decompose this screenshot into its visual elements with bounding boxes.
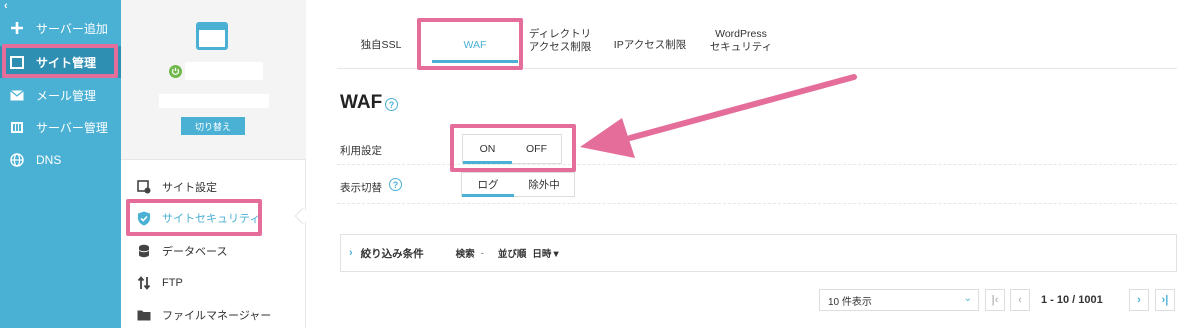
tab-wordpress-security[interactable]: WordPress セキュリティ	[701, 18, 781, 64]
active-tab-underline	[432, 60, 518, 63]
menu-item-label: サイト設定	[162, 182, 217, 194]
globe-icon	[8, 151, 26, 169]
menu-item-file-manager[interactable]: ファイルマネージャー	[121, 300, 306, 328]
site-name-placeholder	[185, 62, 263, 80]
site-panel: 切り替え サイト設定 サイトセキュリティ データベース FTP ファイルマネージ…	[121, 0, 306, 328]
row-divider	[337, 164, 1177, 165]
folder-icon	[136, 307, 152, 323]
display-excluded-button[interactable]: 除外中	[514, 173, 574, 196]
server-icon	[8, 118, 26, 136]
sidebar-item-dns[interactable]: DNS	[0, 144, 121, 176]
envelope-icon	[8, 86, 26, 104]
power-status-icon	[169, 65, 182, 78]
usage-setting-label: 利用設定	[340, 145, 382, 157]
page-title: WAF	[340, 92, 383, 113]
per-page-select[interactable]: 10 件表示 ⌄	[819, 289, 979, 311]
usage-toggle: ON OFF	[462, 134, 562, 164]
menu-item-label: サイトセキュリティ	[162, 213, 261, 225]
chevron-right-icon: ›	[1137, 294, 1141, 306]
last-page-icon: ›|	[1161, 294, 1169, 306]
first-page-button[interactable]: |‹	[985, 289, 1005, 311]
menu-item-label: FTP	[162, 277, 183, 289]
last-page-button[interactable]: ›|	[1155, 289, 1175, 311]
sidebar-item-add-server[interactable]: サーバー追加	[0, 12, 121, 44]
transfer-arrows-icon	[136, 275, 152, 291]
sidebar-item-mail-management[interactable]: メール管理	[0, 79, 121, 111]
display-log-button[interactable]: ログ	[462, 173, 514, 197]
display-toggle-label: 表示切替	[340, 182, 382, 194]
per-page-value: 10 件表示	[828, 296, 872, 308]
filter-search-label: 検索	[455, 249, 475, 260]
sidebar-item-label: メール管理	[36, 88, 97, 103]
help-icon[interactable]: ?	[385, 98, 398, 111]
site-settings-icon	[136, 179, 152, 195]
sidebar-item-label: サイト管理	[36, 55, 97, 70]
site-url-placeholder	[159, 94, 269, 108]
chevron-left-icon: ‹	[1018, 294, 1022, 306]
row-divider	[337, 203, 1177, 204]
filter-sort-label: 並び順	[497, 249, 527, 260]
help-icon[interactable]: ?	[389, 178, 402, 191]
tab-directory-access[interactable]: ディレクトリ アクセス制限	[525, 18, 595, 64]
sidebar-item-server-management[interactable]: サーバー管理	[0, 111, 121, 143]
tab-label: WordPress セキュリティ	[709, 28, 773, 53]
sidebar-item-label: サーバー追加	[36, 21, 108, 36]
sidebar-item-site-management[interactable]: サイト管理	[0, 46, 121, 78]
shield-check-icon	[136, 210, 152, 226]
menu-item-site-settings[interactable]: サイト設定	[121, 172, 306, 202]
next-page-button[interactable]: ›	[1129, 289, 1149, 311]
tab-ssl[interactable]: 独自SSL	[355, 22, 407, 68]
prev-page-button[interactable]: ‹	[1010, 289, 1030, 311]
site-window-icon	[196, 22, 228, 50]
filter-label: 絞り込み条件	[360, 247, 424, 260]
chevron-right-icon: ›	[349, 247, 353, 259]
sidebar-item-label: サーバー管理	[36, 120, 108, 135]
tab-ip-access[interactable]: IPアクセス制限	[610, 22, 690, 68]
tab-label: ディレクトリ アクセス制限	[528, 28, 592, 53]
menu-item-site-security[interactable]: サイトセキュリティ	[121, 203, 306, 233]
page-range: 1 - 10 / 1001	[1041, 294, 1103, 306]
tab-label: WAF	[463, 38, 487, 51]
tab-label: 独自SSL	[360, 38, 402, 51]
main-content: 独自SSL WAF ディレクトリ アクセス制限 IPアクセス制限 WordPres…	[307, 0, 1200, 328]
plus-icon	[8, 19, 26, 37]
menu-item-label: データベース	[162, 246, 228, 258]
filter-bar[interactable]: › 絞り込み条件 検索 - 並び順 日時▼	[340, 234, 1177, 272]
collapse-icon[interactable]: ‹	[4, 0, 8, 12]
window-icon	[8, 53, 26, 71]
tabs-divider	[337, 68, 1177, 69]
first-page-icon: |‹	[991, 294, 999, 306]
usage-on-button[interactable]: ON	[463, 135, 512, 164]
menu-item-label: ファイルマネージャー	[162, 310, 272, 322]
usage-off-button[interactable]: OFF	[512, 135, 561, 163]
filter-sort-value: 日時▼	[532, 249, 561, 260]
main-sidebar: ‹ サーバー追加 サイト管理 メール管理 サーバー管理 DNS	[0, 0, 121, 328]
filter-search-value: -	[480, 247, 484, 259]
menu-item-ftp[interactable]: FTP	[121, 268, 306, 298]
chevron-down-icon: ⌄	[963, 293, 972, 304]
display-toggle: ログ 除外中	[461, 172, 575, 197]
sidebar-item-label: DNS	[36, 153, 62, 167]
site-info-area: 切り替え	[121, 0, 306, 160]
switch-site-button[interactable]: 切り替え	[181, 117, 245, 135]
database-icon	[136, 243, 152, 259]
tab-label: IPアクセス制限	[613, 38, 687, 51]
menu-item-database[interactable]: データベース	[121, 236, 306, 266]
